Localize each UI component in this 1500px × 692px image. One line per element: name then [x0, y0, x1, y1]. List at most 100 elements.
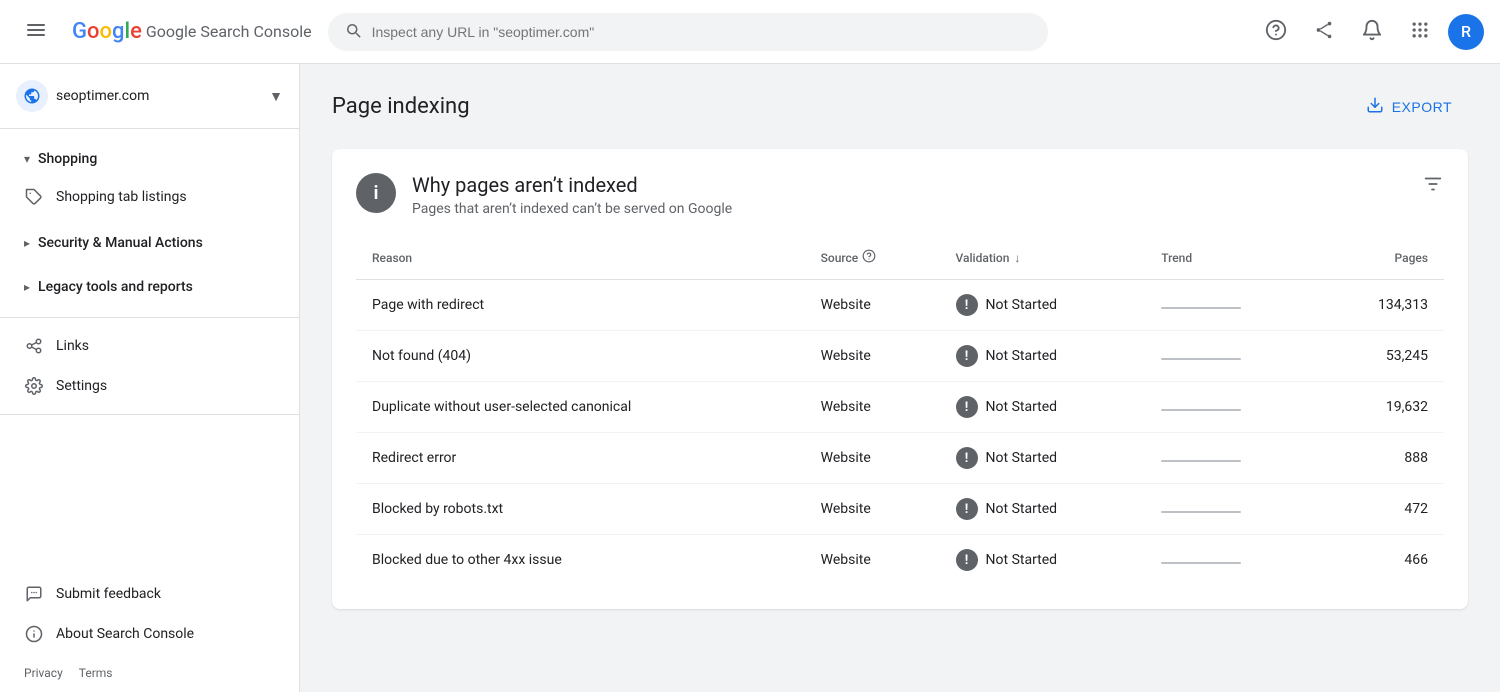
apps-button[interactable]	[1400, 12, 1440, 52]
trend-line	[1161, 358, 1241, 360]
table-row[interactable]: Blocked by robots.txt Website ! Not Star…	[356, 484, 1444, 535]
notifications-button[interactable]	[1352, 12, 1392, 52]
cell-validation: ! Not Started	[940, 331, 1146, 382]
cell-source: Website	[805, 433, 940, 484]
table-row[interactable]: Blocked due to other 4xx issue Website !…	[356, 535, 1444, 586]
source-help-icon[interactable]	[862, 249, 876, 267]
gear-icon	[24, 376, 44, 396]
share-button[interactable]	[1304, 12, 1344, 52]
cell-trend	[1145, 382, 1318, 433]
col-pages: Pages	[1318, 241, 1444, 280]
card-title-wrap: Why pages aren’t indexed Pages that aren…	[412, 173, 732, 217]
menu-button[interactable]	[16, 12, 56, 52]
search-input[interactable]	[372, 24, 1032, 40]
indexing-card: i Why pages aren’t indexed Pages that ar…	[332, 149, 1468, 609]
google-wordmark: Google	[72, 19, 142, 44]
sidebar-group-shopping-label: Shopping	[38, 151, 97, 167]
table-header: Reason Source	[356, 241, 1444, 280]
cell-pages: 53,245	[1318, 331, 1444, 382]
validation-status-icon: !	[956, 447, 978, 469]
sidebar-section-shopping: ▾ Shopping Shopping tab listings	[0, 137, 299, 221]
links-icon	[24, 336, 44, 356]
chevron-right-icon: ▸	[24, 236, 30, 250]
cell-validation: ! Not Started	[940, 382, 1146, 433]
trend-line	[1161, 460, 1241, 462]
sidebar-item-settings-label: Settings	[56, 378, 107, 394]
info-icon	[24, 624, 44, 644]
sidebar-item-links[interactable]: Links	[0, 326, 291, 366]
cell-source: Website	[805, 484, 940, 535]
export-button[interactable]: EXPORT	[1350, 88, 1468, 125]
cell-trend	[1145, 484, 1318, 535]
sidebar: seoptimer.com ▼ ▾ Shopping Shopping tab …	[0, 64, 300, 692]
property-name: seoptimer.com	[56, 88, 261, 104]
search-icon	[344, 21, 362, 43]
cell-trend	[1145, 331, 1318, 382]
app-logo: Google Google Search Console	[72, 19, 312, 44]
col-validation[interactable]: Validation ↓	[940, 241, 1146, 280]
cell-source: Website	[805, 382, 940, 433]
search-bar-container	[328, 13, 1048, 51]
page-header: Page indexing EXPORT	[332, 88, 1468, 125]
privacy-link[interactable]: Privacy	[24, 666, 63, 680]
sidebar-bottom: Submit feedback About Search Console Pri…	[0, 574, 299, 692]
sidebar-item-about[interactable]: About Search Console	[0, 614, 291, 654]
cell-source: Website	[805, 280, 940, 331]
help-button[interactable]	[1256, 12, 1296, 52]
sidebar-item-settings[interactable]: Settings	[0, 366, 291, 406]
col-reason: Reason	[356, 241, 805, 280]
search-bar[interactable]	[328, 13, 1048, 51]
cell-pages: 472	[1318, 484, 1444, 535]
trend-line	[1161, 307, 1241, 309]
validation-status-icon: !	[956, 549, 978, 571]
sidebar-item-shopping-tab-listings-label: Shopping tab listings	[56, 189, 187, 205]
table-row[interactable]: Redirect error Website ! Not Started 888	[356, 433, 1444, 484]
col-trend: Trend	[1145, 241, 1318, 280]
property-selector[interactable]: seoptimer.com ▼	[0, 72, 299, 129]
validation-status-label: Not Started	[986, 297, 1058, 313]
table-body: Page with redirect Website ! Not Started…	[356, 280, 1444, 586]
avatar[interactable]: R	[1448, 14, 1484, 50]
cell-pages: 466	[1318, 535, 1444, 586]
cell-trend	[1145, 280, 1318, 331]
bell-icon	[1361, 19, 1383, 44]
cell-pages: 134,313	[1318, 280, 1444, 331]
cell-reason: Blocked due to other 4xx issue	[356, 535, 805, 586]
trend-line	[1161, 409, 1241, 411]
sidebar-group-security[interactable]: ▸ Security & Manual Actions	[0, 225, 299, 261]
validation-status-label: Not Started	[986, 450, 1058, 466]
cell-pages: 19,632	[1318, 382, 1444, 433]
card-title: Why pages aren’t indexed	[412, 173, 732, 197]
tag-icon	[24, 187, 44, 207]
sidebar-group-security-label: Security & Manual Actions	[38, 235, 203, 251]
sidebar-item-submit-feedback[interactable]: Submit feedback	[0, 574, 291, 614]
table-row[interactable]: Not found (404) Website ! Not Started 53…	[356, 331, 1444, 382]
card-header: i Why pages aren’t indexed Pages that ar…	[356, 173, 1444, 217]
cell-validation: ! Not Started	[940, 535, 1146, 586]
validation-status-icon: !	[956, 294, 978, 316]
sidebar-group-shopping[interactable]: ▾ Shopping	[0, 141, 299, 177]
filter-icon[interactable]	[1422, 173, 1444, 200]
feedback-icon	[24, 584, 44, 604]
validation-status-icon: !	[956, 345, 978, 367]
table-row[interactable]: Page with redirect Website ! Not Started…	[356, 280, 1444, 331]
sort-arrow-icon: ↓	[1014, 251, 1020, 265]
sidebar-group-legacy[interactable]: ▸ Legacy tools and reports	[0, 269, 299, 305]
cell-validation: ! Not Started	[940, 484, 1146, 535]
terms-link[interactable]: Terms	[79, 666, 113, 680]
app-name: Google Search Console	[146, 22, 312, 41]
trend-line	[1161, 562, 1241, 564]
cell-pages: 888	[1318, 433, 1444, 484]
validation-status-label: Not Started	[986, 552, 1058, 568]
table-row[interactable]: Duplicate without user-selected canonica…	[356, 382, 1444, 433]
menu-icon	[27, 24, 45, 39]
validation-status-icon: !	[956, 498, 978, 520]
page-title: Page indexing	[332, 94, 470, 119]
cell-trend	[1145, 433, 1318, 484]
validation-status-icon: !	[956, 396, 978, 418]
layout: seoptimer.com ▼ ▾ Shopping Shopping tab …	[0, 64, 1500, 692]
card-subtitle: Pages that aren’t indexed can’t be serve…	[412, 201, 732, 217]
cell-reason: Page with redirect	[356, 280, 805, 331]
property-dropdown-arrow[interactable]: ▼	[269, 88, 283, 105]
sidebar-item-shopping-tab-listings[interactable]: Shopping tab listings	[0, 177, 291, 217]
